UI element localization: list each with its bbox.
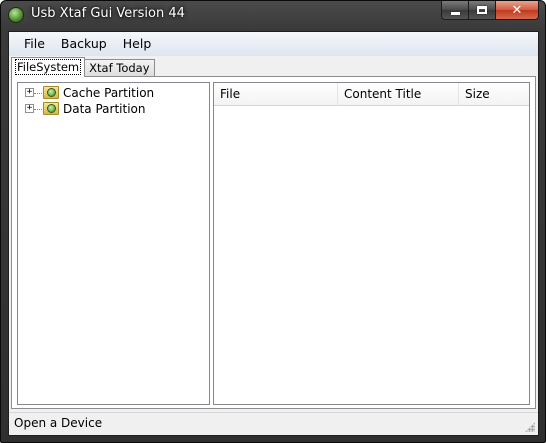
close-icon: ✕ bbox=[511, 2, 523, 18]
tree-node-cache-partition[interactable]: + Cache Partition bbox=[18, 85, 208, 101]
tab-strip: FileSystem Xtaf Today bbox=[11, 57, 155, 77]
partition-tree[interactable]: + Cache Partition + Data Partition bbox=[17, 82, 210, 405]
column-header-file[interactable]: File bbox=[214, 83, 338, 106]
maximize-button[interactable] bbox=[468, 1, 495, 20]
tab-filesystem-label: FileSystem bbox=[14, 59, 82, 75]
app-icon[interactable] bbox=[8, 7, 24, 23]
file-list[interactable]: File Content Title Size bbox=[213, 82, 530, 405]
caption-buttons: ✕ bbox=[441, 1, 539, 21]
column-header-size[interactable]: Size bbox=[459, 83, 529, 106]
expand-icon[interactable]: + bbox=[25, 104, 34, 113]
menu-help[interactable]: Help bbox=[115, 33, 160, 55]
tab-filesystem[interactable]: FileSystem bbox=[11, 57, 86, 77]
menu-backup[interactable]: Backup bbox=[53, 33, 115, 55]
tree-node-data-partition[interactable]: + Data Partition bbox=[18, 101, 208, 117]
window-title: Usb Xtaf Gui Version 44 bbox=[31, 6, 185, 21]
column-header-content-title[interactable]: Content Title bbox=[338, 83, 459, 106]
app-window: Usb Xtaf Gui Version 44 ✕ File Backup He… bbox=[0, 0, 546, 443]
title-bar[interactable]: Usb Xtaf Gui Version 44 ✕ bbox=[1, 1, 545, 31]
tree-connector bbox=[34, 93, 42, 94]
tree-node-label[interactable]: Cache Partition bbox=[63, 85, 154, 101]
minimize-button[interactable] bbox=[441, 1, 468, 20]
menu-bar: File Backup Help bbox=[9, 32, 538, 56]
menu-file[interactable]: File bbox=[16, 33, 53, 55]
maximize-icon bbox=[477, 6, 487, 14]
tab-xtaf-today[interactable]: Xtaf Today bbox=[84, 59, 155, 77]
list-header: File Content Title Size bbox=[214, 83, 529, 106]
tree-connector bbox=[34, 109, 42, 110]
status-text: Open a Device bbox=[14, 416, 103, 430]
partition-folder-icon bbox=[43, 86, 59, 99]
tab-xtaf-today-label: Xtaf Today bbox=[89, 61, 150, 75]
minimize-icon bbox=[450, 11, 460, 15]
partition-folder-icon bbox=[43, 102, 59, 115]
close-button[interactable]: ✕ bbox=[495, 1, 539, 20]
client-area: File Backup Help FileSystem Xtaf Today +… bbox=[8, 31, 539, 436]
status-bar: Open a Device bbox=[9, 412, 538, 435]
resize-grip-icon[interactable] bbox=[525, 422, 535, 432]
expand-icon[interactable]: + bbox=[25, 88, 34, 97]
tree-node-label[interactable]: Data Partition bbox=[63, 101, 145, 117]
filesystem-tab-page: + Cache Partition + Data Partition File … bbox=[11, 76, 536, 409]
